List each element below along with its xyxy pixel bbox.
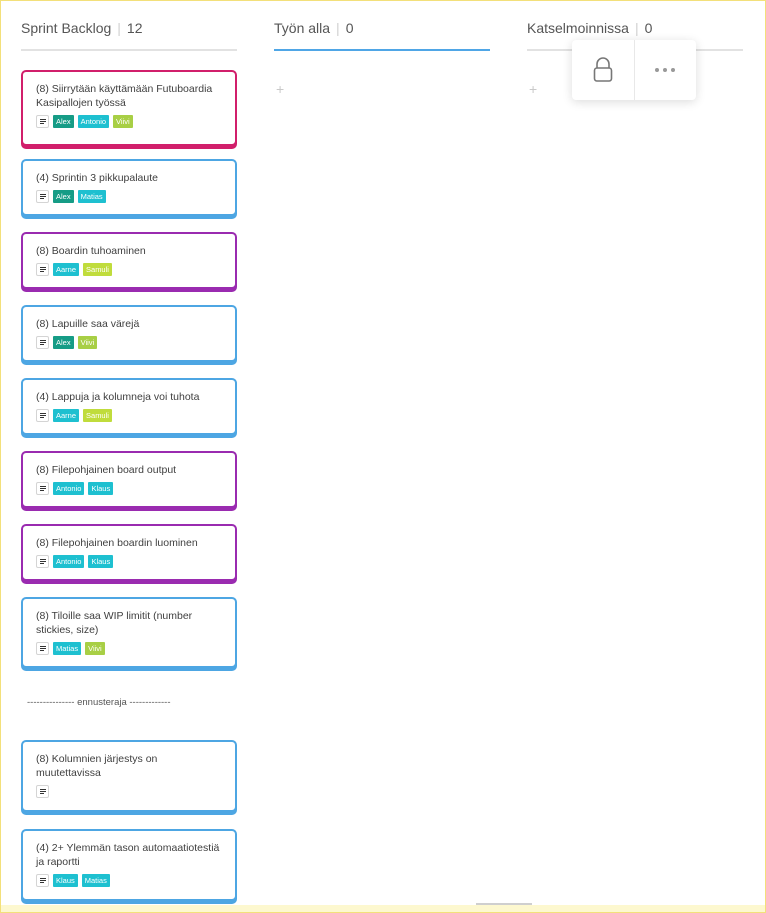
more-horizontal-icon <box>655 68 676 72</box>
tag-klaus: Klaus <box>88 555 114 568</box>
card[interactable]: (8) Lapuille saa värejä Alex Viivi <box>21 305 237 362</box>
tag-viivi: Viivi <box>113 115 133 128</box>
card-footer <box>36 785 223 798</box>
tag-matias: Matias <box>53 642 82 655</box>
description-icon[interactable] <box>36 336 49 349</box>
card-title: (4) Sprintin 3 pikkupalaute <box>36 172 158 184</box>
card-footer: Aarne Samuli <box>36 409 223 422</box>
card-footer: Alex Antonio Viivi <box>36 115 223 128</box>
card-footer: Alex Matias <box>36 190 223 203</box>
card-title: (4) Lappuja ja kolumneja voi tuhota <box>36 391 200 403</box>
forecast-separator: --------------- ennusteraja ------------… <box>27 697 171 708</box>
tag-alex: Alex <box>53 115 74 128</box>
tag-matias: Matias <box>81 874 110 887</box>
card[interactable]: (8) Filepohjainen board output Antonio K… <box>21 451 237 508</box>
card-title: (8) Lapuille saa värejä <box>36 318 140 330</box>
bottom-bar <box>0 905 766 913</box>
tag-antonio: Antonio <box>53 482 85 495</box>
description-icon[interactable] <box>36 115 49 128</box>
description-icon[interactable] <box>36 874 49 887</box>
description-icon[interactable] <box>36 190 49 203</box>
lock-button[interactable] <box>572 40 634 100</box>
card[interactable]: (8) Kolumnien järjestys on muutettavissa <box>21 740 237 812</box>
column-sprint-backlog: Sprint Backlog | 12 (8) Siirrytään käyttäm… <box>21 0 237 901</box>
column-count: 12 <box>126 20 143 36</box>
tag-antonio: Antonio <box>53 555 85 568</box>
column-divider: | <box>117 20 121 36</box>
card-footer: Antonio Klaus <box>36 482 223 495</box>
tag-samuli: Samuli <box>83 409 112 422</box>
more-options-button[interactable] <box>633 40 697 100</box>
tag-matias: Matias <box>77 190 106 203</box>
card[interactable]: (8) Siirrytään käyttämään Futuboardia Ka… <box>21 70 237 146</box>
description-icon[interactable] <box>36 409 49 422</box>
add-card-button[interactable]: + <box>276 81 284 97</box>
column-header[interactable]: Sprint Backlog | 12 <box>21 0 237 51</box>
column-divider: | <box>336 20 340 36</box>
column-header[interactable]: Työn alla | 0 <box>274 0 490 51</box>
card[interactable]: (4) 2+ Ylemmän tason automaatiotestiä ja… <box>21 829 237 901</box>
card[interactable]: (8) Boardin tuhoaminen Aarne Samuli <box>21 232 237 289</box>
lock-icon <box>593 57 613 82</box>
column-title: Katselmoinnissa <box>527 20 629 36</box>
description-icon[interactable] <box>36 482 49 495</box>
card[interactable]: (4) Sprintin 3 pikkupalaute Alex Matias <box>21 159 237 216</box>
description-icon[interactable] <box>36 263 49 276</box>
card-footer: Klaus Matias <box>36 874 223 887</box>
tag-alex: Alex <box>53 190 74 203</box>
description-icon[interactable] <box>36 642 49 655</box>
column-tyon-alla: Työn alla | 0 + <box>274 0 490 97</box>
card-title: (4) 2+ Ylemmän tason automaatiotestiä ja… <box>36 842 220 868</box>
tag-antonio: Antonio <box>77 115 110 128</box>
card-title: (8) Filepohjainen boardin luominen <box>36 537 198 549</box>
card-title: (8) Filepohjainen board output <box>36 464 177 476</box>
tag-samuli: Samuli <box>83 263 112 276</box>
column-count: 0 <box>345 20 354 36</box>
tag-aarne: Aarne <box>53 263 80 276</box>
card[interactable]: (8) Tiloille saa WIP limitit (number sti… <box>21 597 237 668</box>
tag-viivi: Viivi <box>85 642 105 655</box>
card-footer: Antonio Klaus <box>36 555 223 568</box>
tag-viivi: Viivi <box>77 336 98 349</box>
column-title: Työn alla <box>274 20 331 36</box>
card-title: (8) Siirrytään käyttämään Futuboardia Ka… <box>36 83 213 109</box>
column-title: Sprint Backlog <box>21 20 112 36</box>
column-count: 0 <box>644 20 653 36</box>
card-title: (8) Tiloille saa WIP limitit (number sti… <box>36 610 193 636</box>
description-icon[interactable] <box>36 555 49 568</box>
column-divider: | <box>634 20 639 36</box>
tag-klaus: Klaus <box>53 874 78 887</box>
tag-aarne: Aarne <box>53 409 80 422</box>
card[interactable]: (4) Lappuja ja kolumneja voi tuhota Aarn… <box>21 378 237 435</box>
card-footer: Aarne Samuli <box>36 263 223 276</box>
tag-klaus: Klaus <box>88 482 114 495</box>
card[interactable]: (8) Filepohjainen boardin luominen Anton… <box>21 524 237 581</box>
card-footer: Matias Viivi <box>36 642 223 655</box>
add-card-button[interactable]: + <box>529 81 537 97</box>
card-title: (8) Boardin tuhoaminen <box>36 245 146 257</box>
description-icon[interactable] <box>36 785 49 798</box>
board-toolbar <box>572 40 696 100</box>
card-title: (8) Kolumnien järjestys on muutettavissa <box>36 753 158 779</box>
tag-alex: Alex <box>53 336 74 349</box>
card-footer: Alex Viivi <box>36 336 223 349</box>
